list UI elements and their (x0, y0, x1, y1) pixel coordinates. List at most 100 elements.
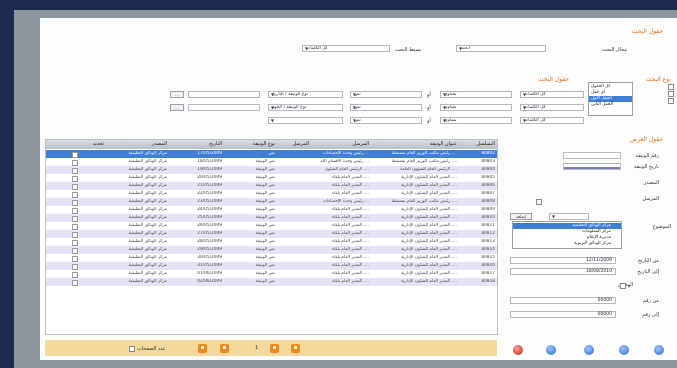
table-row[interactable]: 80817 المدير العام للشئون الإدارية .... ال… (46, 270, 497, 278)
cell-date: 19/05/2009 (197, 167, 222, 172)
condition-value-select-1[interactable]: ▼ نص (350, 91, 422, 98)
type-checkbox[interactable] (668, 91, 674, 97)
col-recipient[interactable]: المرسل (352, 141, 369, 147)
col-sender[interactable]: المرسل (292, 141, 309, 147)
cell-recipient: المدير العام بلقاء .... (331, 231, 369, 236)
action-button-3[interactable] (619, 345, 629, 355)
type-checkbox[interactable] (668, 98, 674, 104)
condition-browse-button-1[interactable]: ... (170, 91, 184, 98)
cell-serial: 80816 (481, 263, 495, 268)
condition-op-select-3[interactable]: ▼ يساوي (440, 117, 512, 124)
table-row[interactable]: 80805 المدير العام للشئون الإدارية .... ال… (46, 174, 497, 182)
doc-date-input[interactable] (563, 163, 621, 170)
table-row[interactable]: 80811 المدير العام للشئون الإدارية .... ال… (46, 222, 497, 230)
condition-right-select-1[interactable]: ▼ نوع الوثيقة / التاريخ (268, 91, 343, 98)
cell-serial: 80814 (481, 247, 495, 252)
no-to-input[interactable]: 00000 (510, 311, 616, 318)
table-row[interactable]: 80813 المدير العام للشئون الإدارية .... ال… (46, 238, 497, 246)
condition-field-select-1[interactable]: ▼ كل الكلمات (520, 91, 584, 98)
col-type[interactable]: نوع الوثيقة (253, 141, 275, 147)
cell-source: مركز الوثائق التعليمية (128, 263, 167, 268)
prev-page-button[interactable] (270, 344, 279, 353)
action-button-1[interactable] (546, 345, 556, 355)
condition-right-select-2[interactable]: ▼ نوع الوثيقة / الجهة (268, 104, 343, 111)
doc-no-input[interactable] (563, 152, 621, 159)
cell-recipient: الرئيس العام الشئون .... (325, 167, 369, 172)
table-row[interactable]: 80818 المدير العام للشئون الإدارية .... ال… (46, 278, 497, 286)
table-row[interactable]: 80814 المدير العام للشئون الإدارية .... ال… (46, 246, 497, 254)
subject-combo[interactable]: ▼ (549, 213, 589, 220)
table-row[interactable]: 80807 المدير العام للشئون الإدارية .... ال… (46, 190, 497, 198)
col-select[interactable]: تحديد (93, 141, 104, 147)
doc-no-label: رقم الوثيقة (635, 153, 659, 159)
condition-op-select-1[interactable]: ▼ يساوي (440, 91, 512, 98)
table-row[interactable]: 80816 المدير العام للشئون الإدارية .... ال… (46, 262, 497, 270)
search-type-item[interactable]: الحقل الثاني (589, 102, 632, 108)
table-row[interactable]: 80803 رئيس مكتب الوزير العام بمسقط .... رئ… (46, 158, 497, 166)
table-row[interactable]: 80808 رئيس مكتب الوزير العام بمسقط .... رئ… (46, 198, 497, 206)
col-source[interactable]: المصدر (152, 141, 167, 147)
condition-value-select-3[interactable]: ▼ نص (350, 117, 422, 124)
cell-source: مركز الوثائق التعليمية (128, 191, 167, 196)
cell-date: 02/06/2009 (197, 279, 222, 284)
action-button-4[interactable] (654, 345, 664, 355)
close-button[interactable] (513, 345, 523, 355)
cell-serial: 80807 (481, 191, 495, 196)
col-serial[interactable]: التسلسل (476, 141, 495, 147)
first-page-button[interactable] (291, 344, 300, 353)
no-from-input[interactable]: 00000 (510, 297, 616, 304)
action-button-2[interactable] (584, 345, 594, 355)
cell-source: مركز الوثائق التعليمية (128, 183, 167, 188)
condition-op-select-2[interactable]: ▼ يساوي (440, 104, 512, 111)
cell-subject: رئيس مكتب الوزير العام بمسقط .... (391, 151, 457, 156)
search-type-list[interactable]: كل الحقول أي حقل الحقل الأول الحقل الثان… (588, 82, 633, 116)
cell-source: مركز الوثائق التعليمية (128, 255, 167, 260)
page-count-checkbox[interactable] (129, 346, 135, 352)
sender-checkbox[interactable] (536, 199, 542, 205)
cell-subject: رئيس مكتب الوزير العام بمسقط .... (391, 199, 457, 204)
subject-option[interactable]: مركز الوثائق التربوية (513, 241, 621, 247)
col-date[interactable]: التاريخ (209, 141, 222, 147)
cell-recipient: المدير العام بلقاء .... (331, 191, 369, 196)
table-row[interactable]: 80809 المدير العام للشئون الإدارية .... ال… (46, 206, 497, 214)
last-page-button[interactable] (198, 344, 207, 353)
to-date-input[interactable]: 18/08/2010 (510, 268, 616, 275)
hijri-checkbox[interactable] (620, 283, 626, 289)
table-row[interactable]: 80810 المدير العام للشئون الإدارية .... ال… (46, 214, 497, 222)
cell-serial: 80808 (481, 199, 495, 204)
results-grid[interactable]: التسلسل عنوان الوثيقة المرسل المرسل نوع … (45, 139, 498, 335)
table-row[interactable]: 80806 المدير العام للشئون الإدارية .... ال… (46, 182, 497, 190)
condition-value-select-2[interactable]: ▼ نص (350, 104, 422, 111)
from-date-input[interactable]: 12/11/2009 (510, 257, 616, 264)
panel-title-fields: حقول البحث (537, 76, 569, 83)
subject-options-list[interactable]: مركز الوثائق التعليمية مركز المعلومات مد… (512, 221, 622, 249)
table-row[interactable]: 80812 المدير العام للشئون الإدارية .... ال… (46, 230, 497, 238)
next-page-button[interactable] (220, 344, 229, 353)
table-row[interactable]: 80802 رئيس مكتب الوزير العام بمسقط .... رئ… (46, 150, 497, 158)
subject-add-button[interactable]: إضافة (510, 213, 532, 220)
cell-type: نص الوثيقة (255, 167, 275, 172)
search-field-label: مجال البحث (601, 47, 627, 53)
condition-field-select-3[interactable]: ▼ كل الكلمات (520, 117, 584, 124)
condition-joiner: أو (427, 105, 431, 111)
cell-recipient: المدير العام بلقاء .... (331, 207, 369, 212)
table-row[interactable]: 80804 الرئيس العام للشؤون العامة .... الرئ… (46, 166, 497, 174)
col-subject[interactable]: عنوان الوثيقة (430, 141, 457, 147)
cell-type: نص (268, 151, 275, 156)
table-row[interactable]: 80815 المدير العام للشئون الإدارية .... ال… (46, 254, 497, 262)
simple-search-select[interactable]: ▼ كل الكلمات (302, 45, 390, 52)
cell-date: 31/05/2009 (197, 263, 222, 268)
condition-field-select-2[interactable]: ▼ كل الكلمات (520, 104, 584, 111)
search-field-select[interactable]: ▼ ابحث (456, 45, 546, 52)
condition-right-select-3[interactable]: ▼ (268, 117, 343, 124)
dropdown-arrow-icon: ▼ (459, 46, 463, 51)
type-checkbox[interactable] (668, 84, 674, 90)
dropdown-arrow-icon: ▼ (552, 214, 556, 219)
condition-browse-button-2[interactable]: ... (170, 104, 184, 111)
pager-bar: عدد الصفحات 1 (45, 340, 497, 356)
cell-recipient: رئيس وحدة الإحصاءات ... (322, 199, 369, 204)
cell-date: 18/05/2009 (197, 159, 222, 164)
condition-text-input-1[interactable] (188, 91, 260, 98)
condition-text-input-2[interactable] (188, 104, 260, 111)
row-select-checkbox[interactable] (72, 280, 78, 286)
